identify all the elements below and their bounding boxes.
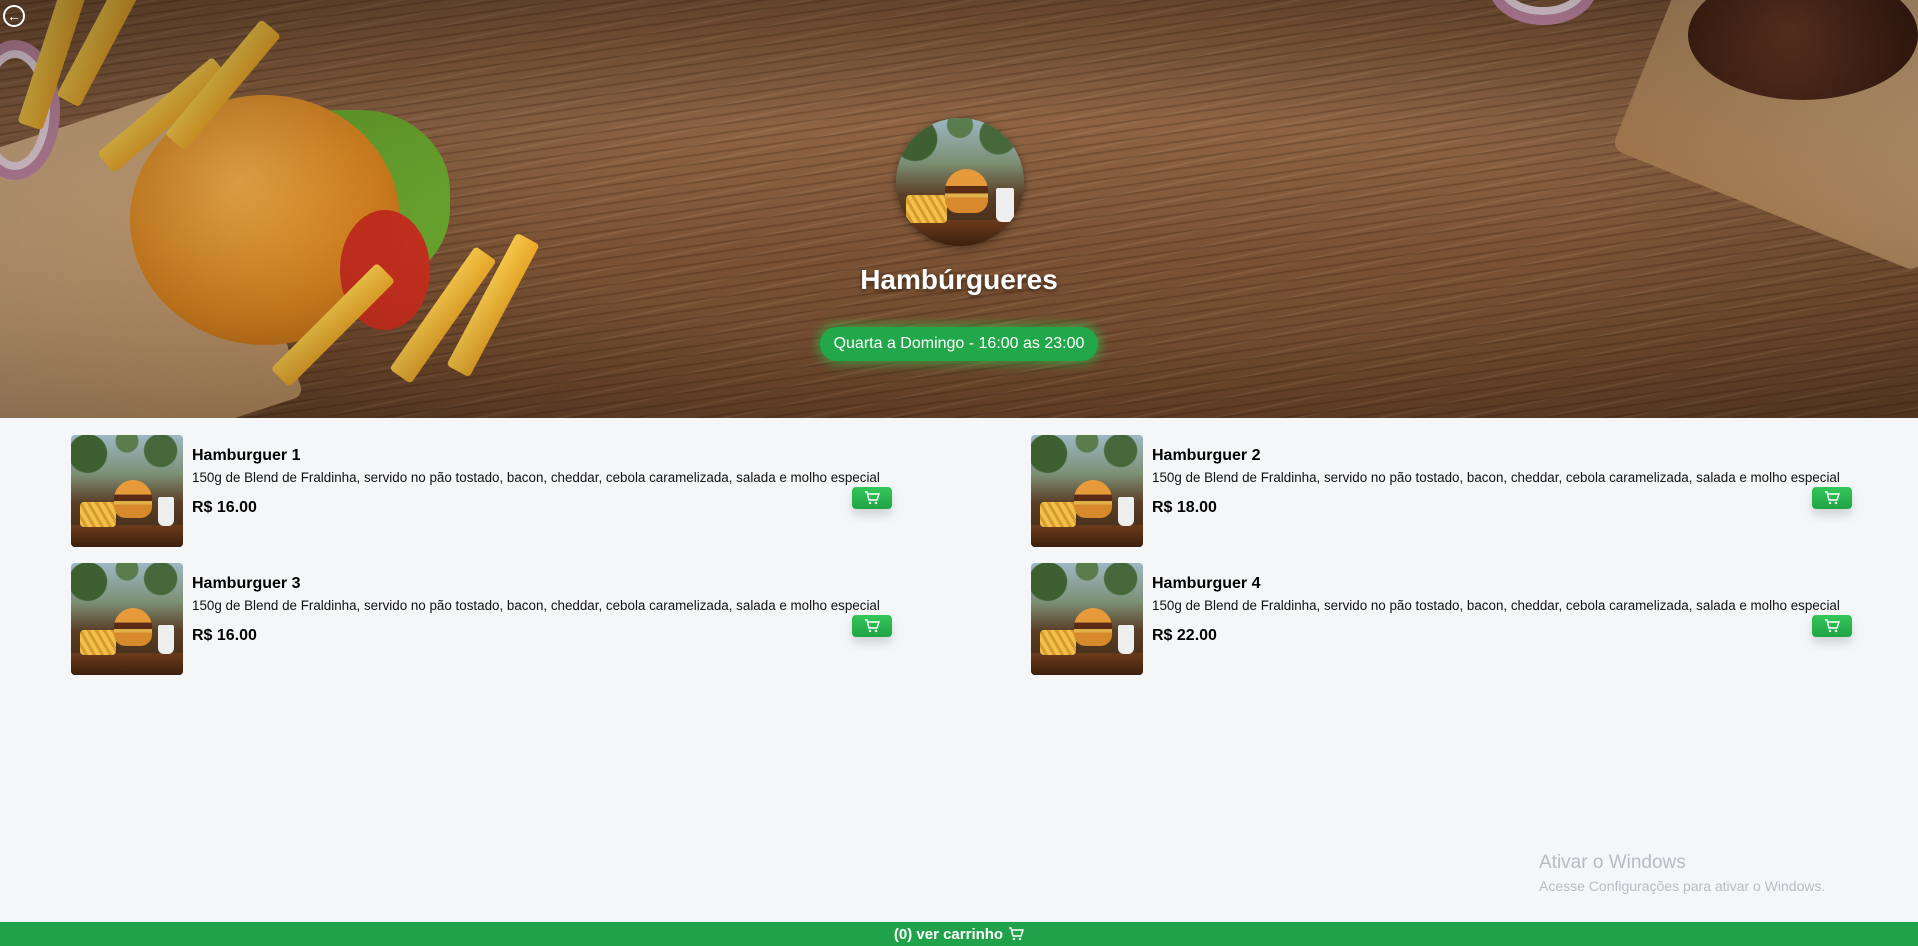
item-description: 150g de Blend de Fraldinha, servido no p… — [1152, 470, 1840, 485]
menu-item: Hamburguer 2 150g de Blend de Fraldinha,… — [1031, 435, 1911, 547]
item-name: Hamburguer 2 — [1152, 447, 1261, 464]
item-photo — [1031, 435, 1143, 547]
cart-icon — [865, 491, 880, 505]
cart-icon — [1825, 491, 1840, 505]
item-photo — [1031, 563, 1143, 675]
item-photo — [71, 563, 183, 675]
view-cart-bar[interactable]: (0) ver carrinho — [0, 922, 1918, 946]
menu-item: Hamburguer 4 150g de Blend de Fraldinha,… — [1031, 563, 1911, 675]
store-logo — [896, 118, 1024, 246]
burger-photo — [896, 118, 1024, 246]
add-to-cart-button[interactable] — [852, 487, 892, 509]
windows-activation-watermark: Ativar o Windows Acesse Configurações pa… — [1539, 852, 1825, 894]
item-price: R$ 22.00 — [1152, 627, 1217, 644]
item-description: 150g de Blend de Fraldinha, servido no p… — [192, 598, 880, 613]
item-price: R$ 18.00 — [1152, 499, 1217, 516]
cart-icon — [1825, 619, 1840, 633]
item-name: Hamburguer 1 — [192, 447, 301, 464]
cart-icon — [865, 619, 880, 633]
page-title: Hambúrgueres — [860, 264, 1058, 295]
item-description: 150g de Blend de Fraldinha, servido no p… — [1152, 598, 1840, 613]
item-description: 150g de Blend de Fraldinha, servido no p… — [192, 470, 880, 485]
menu-item: Hamburguer 1 150g de Blend de Fraldinha,… — [71, 435, 951, 547]
add-to-cart-button[interactable] — [852, 615, 892, 637]
item-photo — [71, 435, 183, 547]
cart-icon — [1009, 927, 1025, 941]
item-name: Hamburguer 3 — [192, 575, 301, 592]
back-arrow-icon[interactable]: ← — [3, 5, 25, 27]
opening-hours-badge: Quarta a Domingo - 16:00 as 23:00 — [820, 327, 1098, 361]
item-name: Hamburguer 4 — [1152, 575, 1261, 592]
watermark-subtitle: Acesse Configurações para ativar o Windo… — [1539, 878, 1826, 894]
item-price: R$ 16.00 — [192, 627, 257, 644]
add-to-cart-button[interactable] — [1812, 487, 1852, 509]
menu-item: Hamburguer 3 150g de Blend de Fraldinha,… — [71, 563, 951, 675]
item-price: R$ 16.00 — [192, 499, 257, 516]
view-cart-label: (0) ver carrinho — [893, 925, 1004, 943]
add-to-cart-button[interactable] — [1812, 615, 1852, 637]
watermark-title: Ativar o Windows — [1539, 852, 1686, 873]
